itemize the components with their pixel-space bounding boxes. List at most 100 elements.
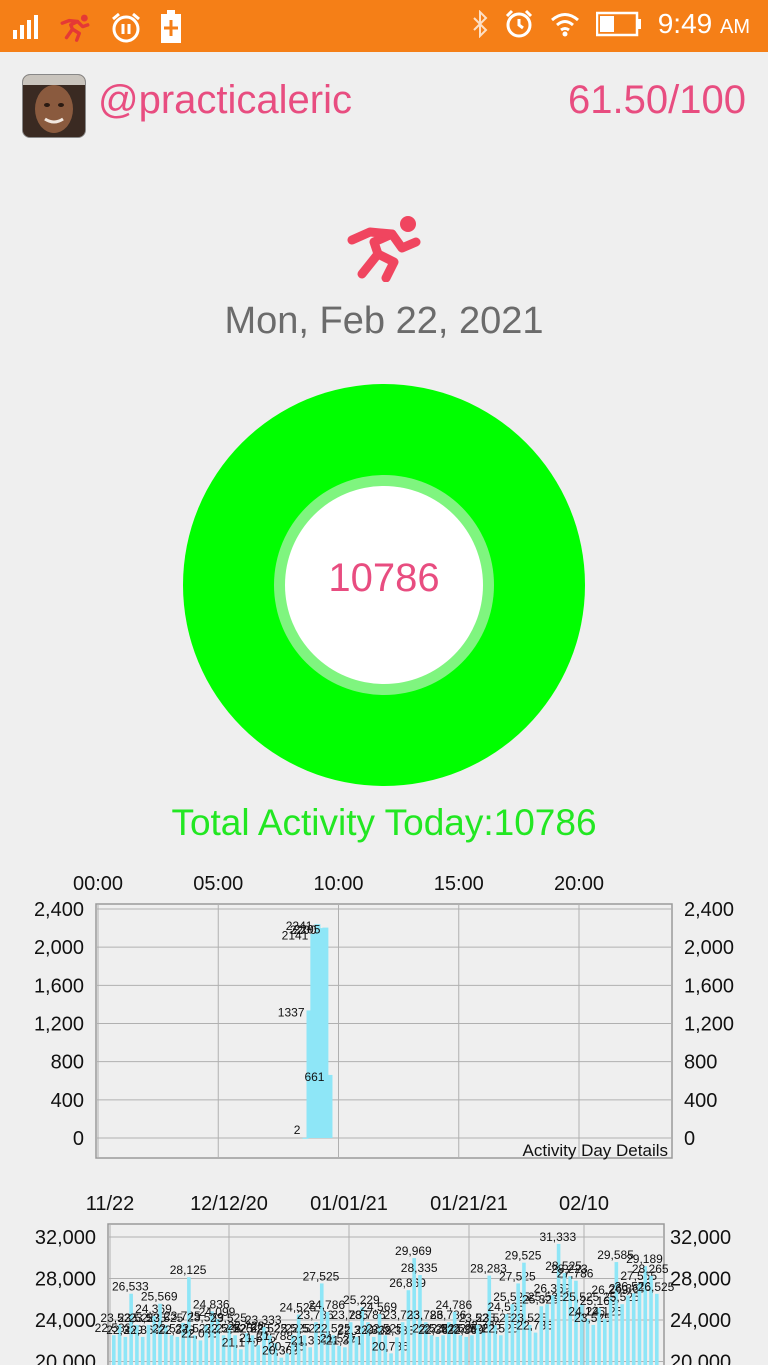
bar bbox=[603, 1318, 607, 1365]
bar bbox=[533, 1332, 538, 1365]
x-tick-label: 10:00 bbox=[313, 873, 363, 895]
bar bbox=[429, 1335, 434, 1365]
x-tick-label: 00:00 bbox=[73, 873, 123, 895]
avatar-image bbox=[23, 75, 85, 137]
x-tick-label: 12/12/20 bbox=[190, 1193, 268, 1215]
x-tick-label: 02/10 bbox=[559, 1193, 609, 1215]
y-tick-label-right: 800 bbox=[684, 1052, 717, 1074]
wifi-icon bbox=[550, 13, 579, 37]
bar bbox=[504, 1314, 509, 1365]
y-tick-label-left: 800 bbox=[51, 1052, 84, 1074]
bar bbox=[591, 1324, 596, 1365]
activity-day-chart: 2,400 2,400 2,000 2,000 1,600 1,600 1,200 1,200… bbox=[34, 873, 734, 1160]
y-tick-label-left: 32,000 bbox=[35, 1227, 96, 1249]
bar bbox=[545, 1304, 549, 1365]
bar bbox=[631, 1293, 636, 1365]
y-tick-label-right: 1,200 bbox=[684, 1014, 734, 1036]
bar bbox=[343, 1347, 347, 1365]
x-tick-label: 15:00 bbox=[434, 873, 484, 895]
data-label: 28,265 bbox=[632, 1262, 669, 1276]
bar bbox=[140, 1336, 145, 1365]
bar bbox=[470, 1335, 474, 1365]
avatar[interactable] bbox=[22, 74, 86, 138]
bar bbox=[400, 1322, 405, 1365]
bar bbox=[279, 1357, 284, 1365]
clock-ampm: AM bbox=[720, 16, 750, 38]
activity-history-chart: 32,000 32,000 28,000 28,000 24,000 24,000 20,0… bbox=[35, 1193, 731, 1365]
y-tick-label-left: 400 bbox=[51, 1090, 84, 1112]
data-label: 28,125 bbox=[170, 1263, 207, 1277]
x-tick-label: 20:00 bbox=[554, 873, 604, 895]
bar bbox=[308, 1347, 313, 1365]
y-tick-label-right: 1,600 bbox=[684, 975, 734, 997]
chart-title: Activity Day Details bbox=[523, 1141, 668, 1160]
bar bbox=[620, 1304, 624, 1365]
y-tick-label-left: 24,000 bbox=[35, 1310, 96, 1332]
bar bbox=[146, 1324, 151, 1365]
data-label: 27,525 bbox=[303, 1269, 340, 1283]
plot-frame bbox=[95, 903, 673, 1159]
username[interactable]: @practicaleric bbox=[98, 78, 352, 123]
alarm-notification-icon bbox=[112, 12, 140, 43]
data-label: 28,335 bbox=[401, 1261, 438, 1275]
bar bbox=[112, 1335, 116, 1365]
bar bbox=[337, 1345, 341, 1365]
data-label: 661 bbox=[304, 1070, 324, 1084]
y-tick-label-left: 1,200 bbox=[34, 1014, 84, 1036]
bar bbox=[395, 1337, 399, 1365]
signal-icon bbox=[13, 15, 38, 39]
bar bbox=[175, 1336, 180, 1365]
bar bbox=[585, 1318, 590, 1365]
bar bbox=[285, 1353, 289, 1365]
score: 61.50/100 bbox=[568, 78, 746, 122]
bar bbox=[539, 1306, 544, 1365]
data-label: 24,786 bbox=[435, 1298, 472, 1312]
data-label: 29,525 bbox=[505, 1249, 542, 1263]
data-label: 2 bbox=[294, 1123, 301, 1137]
bar bbox=[499, 1335, 503, 1365]
bar bbox=[551, 1295, 555, 1365]
y-tick-label-left: 2,400 bbox=[34, 899, 84, 921]
y-tick-label-left: 1,600 bbox=[34, 975, 84, 997]
bar bbox=[326, 1074, 333, 1138]
x-tick-label: 01/01/21 bbox=[310, 1193, 388, 1215]
data-label: 29,969 bbox=[395, 1244, 432, 1258]
x-tick-label: 11/22 bbox=[86, 1193, 135, 1215]
x-tick-label: 01/21/21 bbox=[430, 1193, 508, 1215]
bar bbox=[637, 1283, 642, 1365]
bar bbox=[614, 1262, 619, 1365]
battery-icon bbox=[595, 11, 641, 37]
runner-notification-icon bbox=[60, 14, 90, 42]
bar bbox=[256, 1345, 261, 1365]
y-tick-label-left: 0 bbox=[73, 1128, 84, 1150]
status-bar: 9:49 AM bbox=[0, 0, 768, 52]
bar bbox=[123, 1336, 128, 1365]
bar bbox=[169, 1335, 174, 1365]
bar bbox=[626, 1295, 630, 1365]
y-tick-label-left: 28,000 bbox=[35, 1269, 96, 1291]
status-bar-system: 9:49 AM bbox=[472, 8, 750, 40]
y-tick-label-right: 2,000 bbox=[684, 937, 734, 959]
clock: 9:49 AM bbox=[658, 8, 750, 40]
status-bar-notifications bbox=[12, 10, 182, 44]
bar bbox=[458, 1335, 463, 1365]
bar bbox=[239, 1349, 243, 1365]
data-label: 1337 bbox=[278, 1005, 305, 1019]
data-label: 31,333 bbox=[539, 1230, 576, 1244]
bar bbox=[389, 1353, 393, 1365]
data-label: 2205 bbox=[294, 923, 321, 937]
bar bbox=[481, 1332, 486, 1365]
y-tick-label-right: 2,400 bbox=[684, 899, 734, 921]
total-activity-label: Total Activity Today:10786 bbox=[171, 802, 597, 843]
y-tick-label-right: 24,000 bbox=[670, 1310, 731, 1332]
data-label: 26,525 bbox=[638, 1280, 675, 1294]
y-tick-label-left: 20,000 bbox=[35, 1352, 96, 1365]
battery-charging-notification-icon bbox=[161, 10, 181, 43]
data-label: 27,786 bbox=[557, 1267, 594, 1281]
profile-header: @practicaleric 61.50/100 bbox=[0, 70, 768, 142]
alarm-icon bbox=[505, 9, 532, 38]
bar bbox=[452, 1311, 457, 1365]
y-tick-label-left: 2,000 bbox=[34, 937, 84, 959]
ring-value: 10786 bbox=[328, 556, 440, 600]
running-man-icon bbox=[347, 216, 421, 282]
